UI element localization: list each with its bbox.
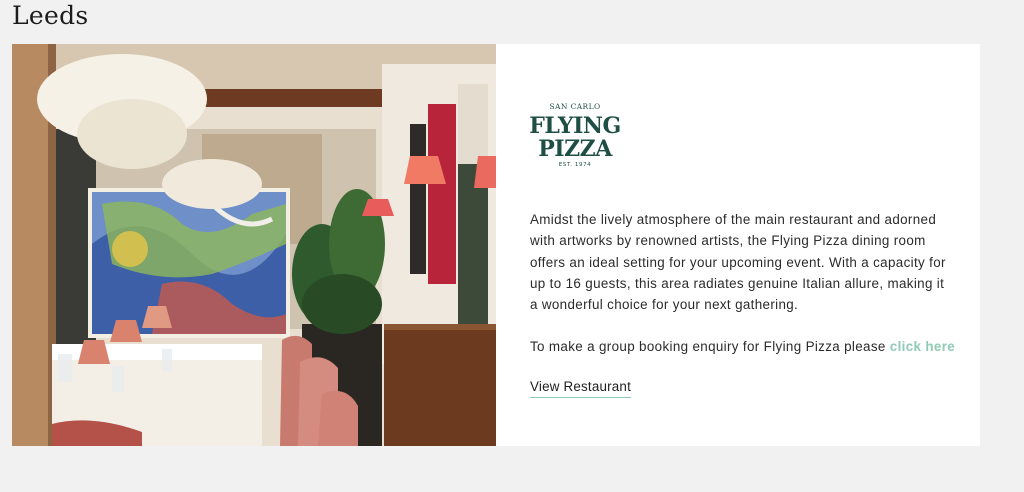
click-here-link[interactable]: click here: [890, 339, 955, 354]
logo-line2: PIZZA: [538, 136, 613, 162]
venue-description: Amidst the lively atmosphere of the main…: [530, 212, 946, 313]
page-title: Leeds: [12, 1, 89, 30]
logo-est: EST. 1974: [559, 162, 592, 168]
enquiry-prefix: To make a group booking enquiry for Flyi…: [530, 339, 890, 354]
enquiry-text: To make a group booking enquiry for Flyi…: [530, 337, 960, 357]
venue-card: SAN CARLO FLYING PIZZA EST. 1974 Amidst …: [12, 44, 980, 446]
view-restaurant-link[interactable]: View Restaurant: [530, 378, 632, 398]
flying-pizza-logo: SAN CARLO FLYING PIZZA EST. 1974: [530, 102, 620, 168]
venue-details: SAN CARLO FLYING PIZZA EST. 1974 Amidst …: [496, 44, 980, 446]
restaurant-dining-room-photo: [12, 44, 496, 446]
logo-top-text: SAN CARLO: [549, 102, 600, 111]
restaurant-photo: [12, 44, 496, 446]
